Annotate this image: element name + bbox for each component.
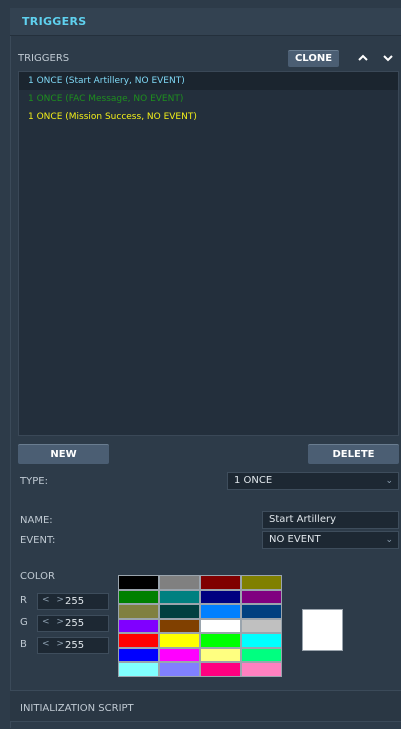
chevron-up-icon [358,54,368,61]
panel-divider [10,36,11,728]
initialization-script-label: INITIALIZATION SCRIPT [20,703,134,714]
chevron-down-icon [383,55,393,62]
color-swatch[interactable] [118,647,159,662]
type-value: 1 ONCE [234,475,273,486]
color-swatch[interactable] [241,618,282,633]
green-label: G [20,617,28,628]
spinner-arrows-icon[interactable]: < > [42,639,66,649]
color-swatch[interactable] [118,618,159,633]
delete-button[interactable]: DELETE [308,444,399,464]
name-value: Start Artillery [269,514,336,525]
color-swatch[interactable] [118,662,159,677]
color-swatch[interactable] [241,633,282,648]
color-swatch[interactable] [241,589,282,604]
initialization-script-section[interactable]: INITIALIZATION SCRIPT [10,690,401,722]
event-value: NO EVENT [269,534,321,545]
event-label: EVENT: [20,535,56,546]
color-swatch[interactable] [241,647,282,662]
triggers-list[interactable]: 1 ONCE (Start Artillery, NO EVENT) 1 ONC… [18,71,399,436]
color-swatch[interactable] [159,647,200,662]
color-palette [118,575,282,677]
clone-button[interactable]: CLONE [288,50,339,67]
type-select[interactable]: 1 ONCE ⌄ [227,472,399,490]
new-button[interactable]: NEW [18,444,109,464]
panel-header: TRIGGERS [10,8,401,36]
trigger-item[interactable]: 1 ONCE (FAC Message, NO EVENT) [19,90,398,108]
color-swatch[interactable] [118,604,159,619]
color-swatch[interactable] [118,633,159,648]
spinner-arrows-icon[interactable]: < > [42,595,66,605]
spinner-arrows-icon[interactable]: < > [42,617,66,627]
red-label: R [20,595,27,606]
blue-value: 255 [65,640,85,651]
color-label: COLOR [20,571,55,582]
color-swatch[interactable] [200,662,241,677]
color-swatch[interactable] [200,647,241,662]
color-preview [302,609,343,651]
blue-label: B [20,639,27,650]
red-row: R < > 255 [20,593,110,610]
triggers-section-label: TRIGGERS [18,53,70,64]
green-value: 255 [65,618,85,629]
color-swatch[interactable] [241,575,282,590]
event-select[interactable]: NO EVENT ⌄ [262,531,399,549]
color-swatch[interactable] [159,575,200,590]
color-swatch[interactable] [159,589,200,604]
blue-spinner[interactable]: < > 255 [37,637,109,654]
color-swatch[interactable] [159,604,200,619]
name-field[interactable]: Start Artillery [262,511,399,529]
color-swatch[interactable] [159,618,200,633]
red-spinner[interactable]: < > 255 [37,593,109,610]
trigger-item[interactable]: 1 ONCE (Mission Success, NO EVENT) [19,108,398,126]
color-swatch[interactable] [200,604,241,619]
color-swatch[interactable] [200,633,241,648]
color-swatch[interactable] [200,589,241,604]
color-swatch[interactable] [200,575,241,590]
name-label: NAME: [20,515,53,526]
color-swatch[interactable] [200,618,241,633]
green-spinner[interactable]: < > 255 [37,615,109,632]
chevron-down-icon: ⌄ [385,535,393,545]
move-up-button[interactable] [356,51,370,65]
color-swatch[interactable] [241,604,282,619]
move-down-button[interactable] [381,51,395,65]
panel-title: TRIGGERS [22,15,87,28]
color-swatch[interactable] [159,633,200,648]
chevron-down-icon: ⌄ [385,476,393,486]
color-swatch[interactable] [118,589,159,604]
red-value: 255 [65,596,85,607]
green-row: G < > 255 [20,615,110,632]
color-swatch[interactable] [241,662,282,677]
trigger-item[interactable]: 1 ONCE (Start Artillery, NO EVENT) [19,72,398,90]
type-label: TYPE: [20,476,48,487]
color-swatch[interactable] [118,575,159,590]
blue-row: B < > 255 [20,637,110,654]
color-swatch[interactable] [159,662,200,677]
